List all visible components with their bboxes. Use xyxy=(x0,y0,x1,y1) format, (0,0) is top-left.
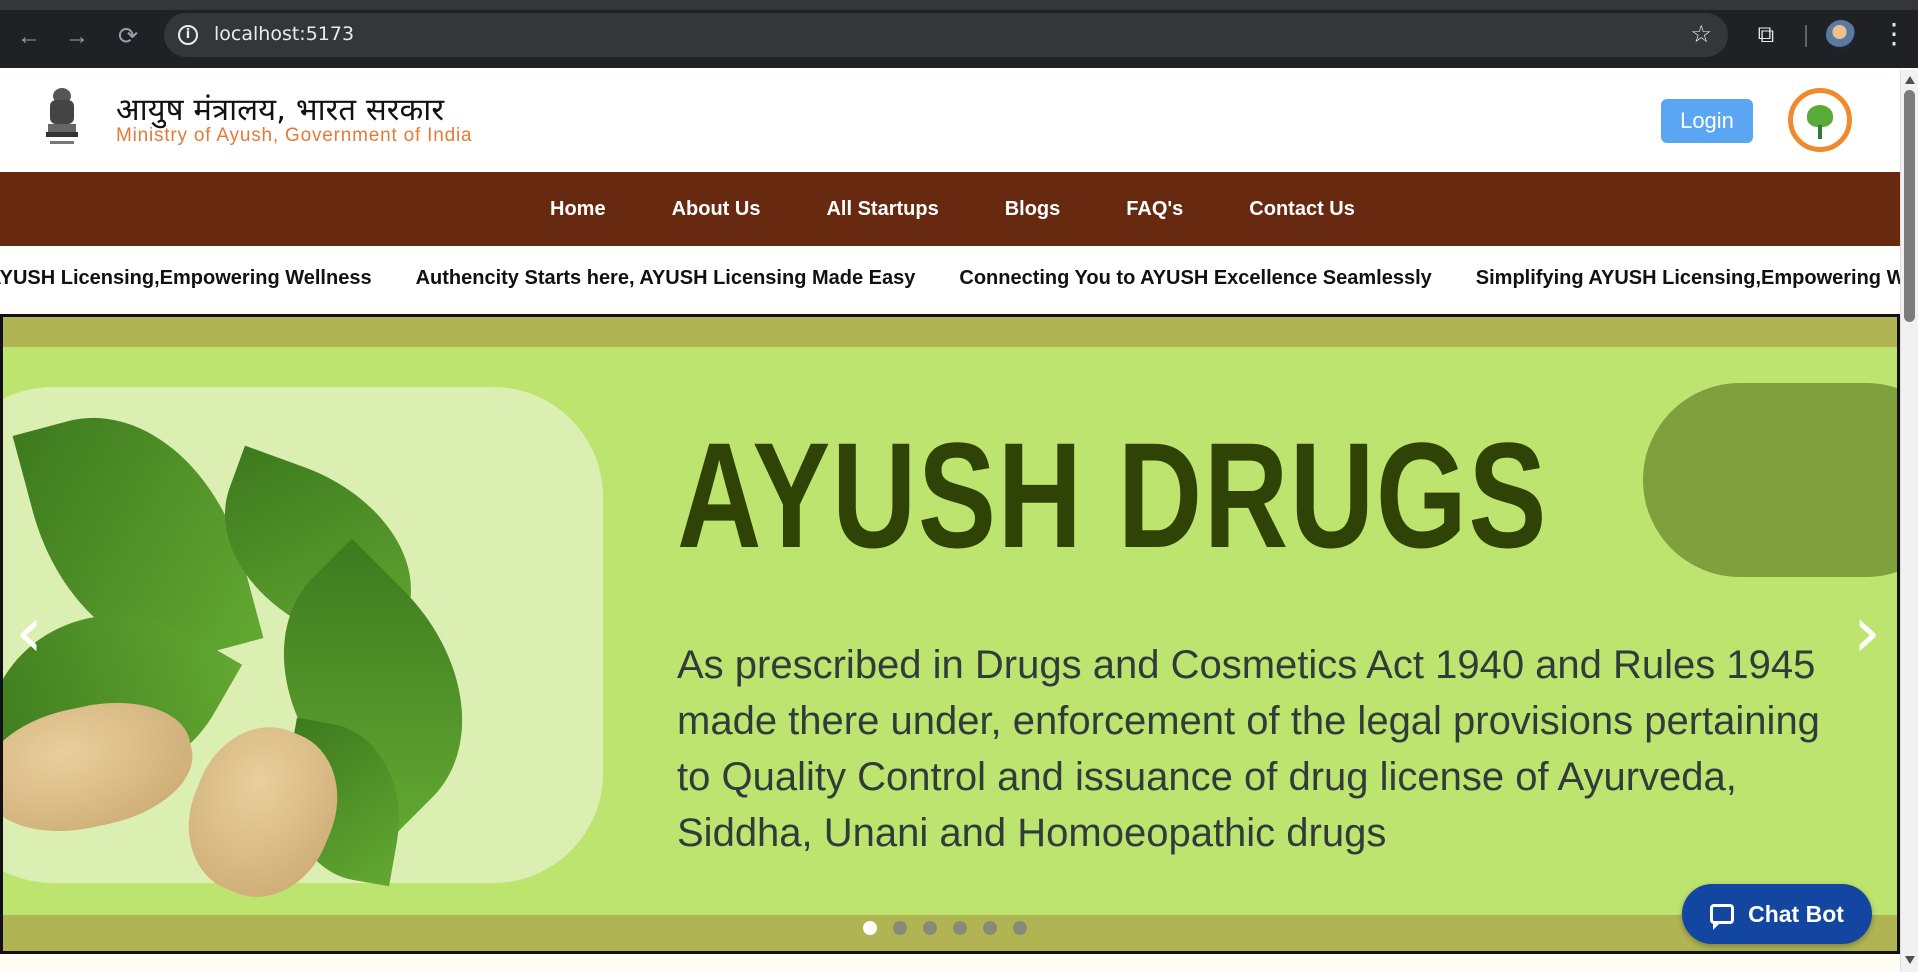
back-button[interactable]: ← xyxy=(14,22,44,52)
chat-bubble-icon xyxy=(1710,904,1735,930)
site-title-english: Ministry of Ayush, Government of India xyxy=(116,125,473,146)
chevron-left-icon: ‹ xyxy=(15,591,43,673)
bookmark-star-icon[interactable]: ☆ xyxy=(1690,20,1712,49)
arrow-right-icon: → xyxy=(65,23,89,50)
reload-button[interactable]: ⟳ xyxy=(113,22,143,52)
carousel-dot-4[interactable] xyxy=(953,921,967,935)
forward-button[interactable]: → xyxy=(62,22,92,52)
login-button[interactable]: Login xyxy=(1661,99,1753,143)
carousel-dot-6[interactable] xyxy=(1013,921,1027,935)
tab-strip xyxy=(0,0,1918,10)
url-text[interactable]: localhost:5173 xyxy=(214,23,354,45)
marquee-item: Authencity Starts here, AYUSH Licensing … xyxy=(415,266,916,289)
chat-bot-button[interactable]: Chat Bot xyxy=(1682,884,1872,944)
carousel-dot-3[interactable] xyxy=(923,921,937,935)
nav-item-home[interactable]: Home xyxy=(550,198,606,221)
carousel-next-button[interactable]: › xyxy=(1853,597,1893,667)
carousel-slide: AYUSH DRUGS As prescribed in Drugs and C… xyxy=(3,347,1897,918)
browser-menu-icon[interactable]: ⋮ xyxy=(1880,18,1908,50)
national-emblem-icon xyxy=(46,88,78,144)
scroll-down-arrow-icon[interactable] xyxy=(1905,956,1915,964)
marquee-ticker: g AYUSH Licensing,Empowering Wellness Au… xyxy=(0,246,1900,310)
extensions-icon[interactable]: ⧉ xyxy=(1752,20,1780,48)
chevron-right-icon: › xyxy=(1853,591,1881,673)
carousel-prev-button[interactable]: ‹ xyxy=(15,597,55,667)
nav-item-all-startups[interactable]: All Startups xyxy=(826,198,938,221)
reload-icon: ⟳ xyxy=(117,23,139,50)
slide-title: AYUSH DRUGS xyxy=(677,411,1549,579)
tree-stem xyxy=(1818,125,1822,139)
address-bar[interactable]: i localhost:5173 ☆ xyxy=(164,13,1728,57)
site-title-hindi: आयुष मंत्रालय, भारत सरकार xyxy=(116,92,444,128)
carousel-dot-1[interactable] xyxy=(863,921,877,935)
national-ayush-mission-logo xyxy=(1788,88,1852,152)
site-header: आयुष मंत्रालय, भारत सरकार Ministry of Ay… xyxy=(0,68,1900,172)
scroll-up-arrow-icon[interactable] xyxy=(1905,76,1915,84)
scroll-thumb[interactable] xyxy=(1904,90,1915,322)
marquee-item: g AYUSH Licensing,Empowering Wellness xyxy=(0,266,372,289)
main-navigation: Home About Us All Startups Blogs FAQ's C… xyxy=(0,172,1900,246)
chat-bot-label: Chat Bot xyxy=(1748,900,1844,927)
carousel-dot-2[interactable] xyxy=(893,921,907,935)
hero-carousel: AYUSH DRUGS As prescribed in Drugs and C… xyxy=(0,314,1900,954)
browser-toolbar: ← → ⟳ i localhost:5173 ☆ ⧉ ⋮ xyxy=(0,0,1918,68)
carousel-dot-5[interactable] xyxy=(983,921,997,935)
site-info-icon[interactable]: i xyxy=(178,25,198,45)
marquee-item: Simplifying AYUSH Licensing,Empowering W xyxy=(1475,266,1900,289)
profile-avatar[interactable] xyxy=(1826,20,1856,50)
tree-icon xyxy=(1807,105,1833,127)
arrow-left-icon: ← xyxy=(17,23,41,50)
marquee-item: Connecting You to AYUSH Excellence Seaml… xyxy=(959,266,1432,289)
nav-item-blogs[interactable]: Blogs xyxy=(1005,198,1061,221)
nav-item-contact-us[interactable]: Contact Us xyxy=(1249,198,1355,221)
decorative-pill xyxy=(1643,383,1897,577)
toolbar-divider xyxy=(1805,25,1807,47)
slide-description: As prescribed in Drugs and Cosmetics Act… xyxy=(677,643,1820,855)
nav-item-faqs[interactable]: FAQ's xyxy=(1126,198,1183,221)
page-scrollbar[interactable] xyxy=(1900,70,1918,972)
nav-item-about-us[interactable]: About Us xyxy=(672,198,761,221)
carousel-indicators xyxy=(863,921,1043,935)
